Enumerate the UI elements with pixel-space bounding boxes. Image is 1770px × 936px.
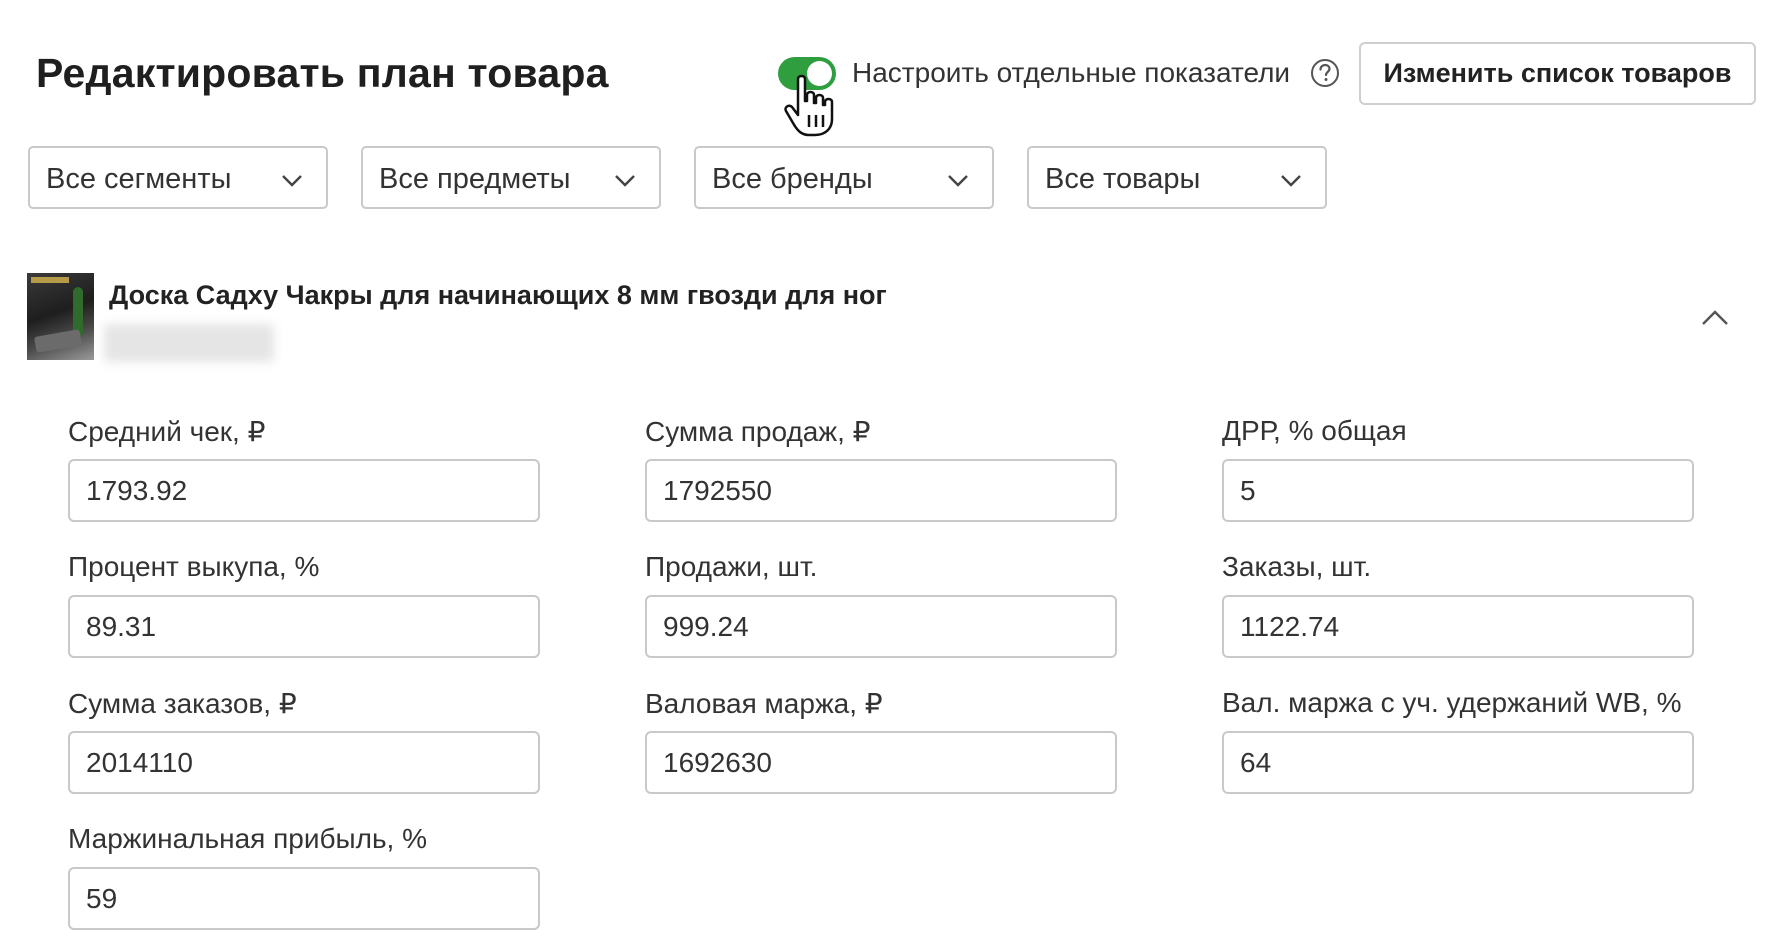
product-sku-blurred <box>104 324 274 362</box>
toggle-knob <box>807 61 832 86</box>
gross-margin-label: Валовая маржа, ₽ <box>645 688 883 719</box>
sales-qty-input[interactable] <box>645 595 1117 658</box>
filter-label: Все бренды <box>712 163 873 195</box>
sales-sum-input[interactable] <box>645 459 1117 522</box>
help-icon[interactable] <box>1310 58 1340 88</box>
page-title: Редактировать план товара <box>36 50 609 96</box>
chevron-up-icon[interactable] <box>1700 306 1730 330</box>
drr-total-label: ДРР, % общая <box>1222 415 1407 446</box>
filter-products[interactable]: Все товары <box>1027 146 1327 209</box>
chevron-down-icon <box>948 175 968 187</box>
product-title: Доска Садху Чакры для начинающих 8 мм гв… <box>109 280 887 310</box>
filter-segments[interactable]: Все сегменты <box>28 146 328 209</box>
orders-qty-input[interactable] <box>1222 595 1694 658</box>
filter-subjects[interactable]: Все предметы <box>361 146 661 209</box>
change-product-list-button[interactable]: Изменить список товаров <box>1359 42 1756 105</box>
marginal-profit-label: Маржинальная прибыль, % <box>68 823 428 854</box>
gross-margin-input[interactable] <box>645 731 1117 794</box>
avg-check-label: Средний чек, ₽ <box>68 416 266 447</box>
filter-label: Все предметы <box>379 163 571 195</box>
product-thumbnail <box>27 273 94 360</box>
chevron-down-icon <box>615 175 635 187</box>
gross-margin-wb-input[interactable] <box>1222 731 1694 794</box>
buyout-percent-input[interactable] <box>68 595 540 658</box>
gross-margin-wb-label: Вал. маржа с уч. удержаний WB, % <box>1222 687 1682 718</box>
buyout-percent-label: Процент выкупа, % <box>68 551 320 582</box>
chevron-down-icon <box>1281 175 1301 187</box>
orders-sum-label: Сумма заказов, ₽ <box>68 688 297 719</box>
chevron-down-icon <box>282 175 302 187</box>
orders-sum-input[interactable] <box>68 731 540 794</box>
thumbnail-board <box>33 329 83 353</box>
avg-check-input[interactable] <box>68 459 540 522</box>
drr-total-input[interactable] <box>1222 459 1694 522</box>
individual-metrics-toggle[interactable] <box>778 57 836 90</box>
toggle-label: Настроить отдельные показатели <box>852 57 1291 88</box>
orders-qty-label: Заказы, шт. <box>1222 551 1372 582</box>
marginal-profit-input[interactable] <box>68 867 540 930</box>
filter-brands[interactable]: Все бренды <box>694 146 994 209</box>
thumbnail-sticker <box>31 277 69 283</box>
filter-label: Все сегменты <box>46 163 232 195</box>
sales-qty-label: Продажи, шт. <box>645 551 818 582</box>
filter-label: Все товары <box>1045 163 1201 195</box>
sales-sum-label: Сумма продаж, ₽ <box>645 416 871 447</box>
